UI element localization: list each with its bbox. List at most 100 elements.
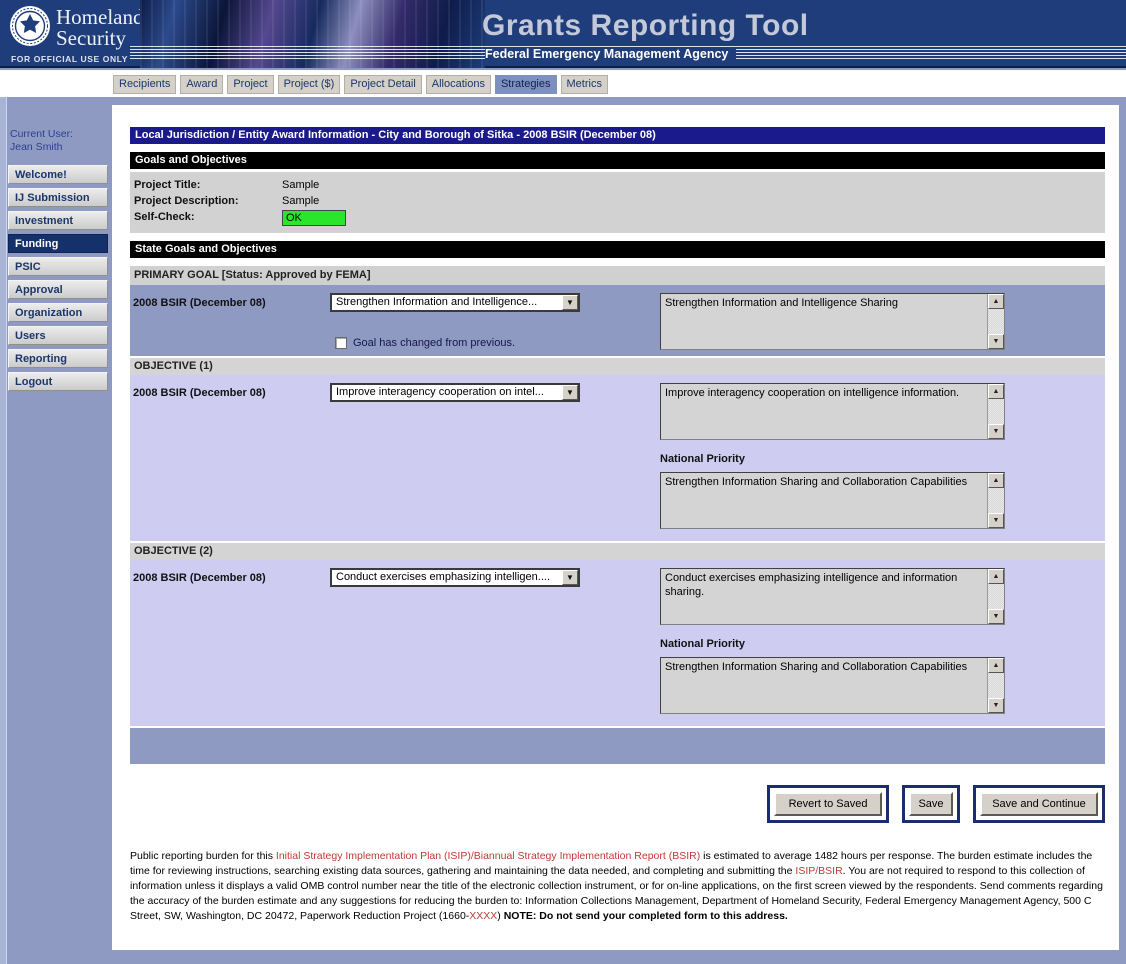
goal-changed-label: Goal has changed from previous.	[353, 337, 515, 349]
primary-goal-period-label: 2008 BSIR (December 08)	[130, 285, 330, 350]
national-priority-textarea[interactable]: Strengthen Information Sharing and Colla…	[660, 657, 1005, 714]
self-check-status-badge: OK	[282, 210, 346, 226]
objective-period-label: 2008 BSIR (December 08)	[130, 375, 330, 529]
project-title-row: Project Title: Sample	[130, 177, 1105, 193]
project-desc-value: Sample	[282, 193, 319, 209]
sidebar: Current User: Jean Smith Welcome!IJ Subm…	[8, 128, 108, 395]
fouo-label: FOR OFFICIAL USE ONLY	[11, 54, 128, 64]
scrollbar[interactable]: ▲ ▼	[987, 569, 1004, 624]
burden-link-text: XXXX	[469, 910, 497, 922]
current-user-name: Jean Smith	[10, 141, 108, 154]
sidebar-item-users[interactable]: Users	[8, 326, 108, 345]
national-priority-text: Strengthen Information Sharing and Colla…	[661, 658, 987, 713]
project-desc-label: Project Description:	[130, 193, 282, 209]
project-desc-row: Project Description: Sample	[130, 193, 1105, 209]
main-content: Local Jurisdiction / Entity Award Inform…	[130, 127, 1105, 924]
scrollbar[interactable]: ▲ ▼	[987, 473, 1004, 528]
scrollbar[interactable]: ▲ ▼	[987, 384, 1004, 439]
goals-section-header: Goals and Objectives	[130, 152, 1105, 169]
sidebar-item-funding[interactable]: Funding	[8, 234, 108, 253]
scroll-up-icon[interactable]: ▲	[988, 658, 1004, 673]
objective-section: 2008 BSIR (December 08) Improve interage…	[130, 375, 1105, 541]
burden-statement: Public reporting burden for this Initial…	[130, 849, 1105, 924]
primary-goal-text: Strengthen Information and Intelligence …	[661, 294, 987, 349]
scrollbar-track[interactable]	[988, 399, 1004, 424]
scrollbar-track[interactable]	[988, 673, 1004, 698]
save-continue-button-frame: Save and Continue	[973, 785, 1105, 823]
app-subtitle: Federal Emergency Management Agency	[485, 47, 736, 61]
app-header: Homeland Security FOR OFFICIAL USE ONLY …	[0, 0, 1126, 68]
scrollbar[interactable]: ▲ ▼	[987, 658, 1004, 713]
sidebar-item-organization[interactable]: Organization	[8, 303, 108, 322]
objectives-list: OBJECTIVE (1) 2008 BSIR (December 08) Im…	[130, 358, 1105, 726]
scrollbar-track[interactable]	[988, 309, 1004, 334]
revert-button-frame: Revert to Saved	[767, 785, 889, 823]
scrollbar[interactable]: ▲ ▼	[987, 294, 1004, 349]
section-end-strip	[130, 728, 1105, 764]
tab-strip: RecipientsAwardProject Project ($)Project…	[0, 70, 1126, 97]
tab-metrics[interactable]: Metrics	[561, 75, 608, 94]
scrollbar-track[interactable]	[988, 584, 1004, 609]
objective-section: 2008 BSIR (December 08) Conduct exercise…	[130, 560, 1105, 726]
primary-goal-textarea[interactable]: Strengthen Information and Intelligence …	[660, 293, 1005, 350]
sidebar-item-welcome[interactable]: Welcome!	[8, 165, 108, 184]
dhs-seal-icon	[9, 5, 51, 47]
burden-link-text: Initial Strategy Implementation Plan (IS…	[276, 850, 700, 862]
save-button[interactable]: Save	[909, 792, 953, 816]
sidebar-item-logout[interactable]: Logout	[8, 372, 108, 391]
project-title-value: Sample	[282, 177, 319, 193]
goal-changed-checkbox[interactable]	[335, 337, 347, 349]
tab-project[interactable]: Project	[227, 75, 273, 94]
burden-link-text: ISIP/BSIR	[795, 865, 842, 877]
primary-goal-dropdown[interactable]: Strengthen Information and Intelligence.…	[330, 293, 580, 312]
scroll-down-icon[interactable]: ▼	[988, 609, 1004, 624]
objective-goal-dropdown[interactable]: Conduct exercises emphasizing intelligen…	[330, 568, 580, 587]
goal-changed-row: Goal has changed from previous.	[335, 337, 660, 349]
tab-strategies[interactable]: Strategies	[495, 75, 557, 94]
objective-textarea[interactable]: Conduct exercises emphasizing intelligen…	[660, 568, 1005, 625]
revert-to-saved-button[interactable]: Revert to Saved	[774, 792, 882, 816]
dropdown-arrow-icon[interactable]: ▼	[562, 570, 578, 585]
sidebar-item-reporting[interactable]: Reporting	[8, 349, 108, 368]
sidebar-item-ij-submission[interactable]: IJ Submission	[8, 188, 108, 207]
project-info-box: Project Title: Sample Project Descriptio…	[130, 172, 1105, 233]
objective-text: Conduct exercises emphasizing intelligen…	[661, 569, 987, 624]
tab-project-detail[interactable]: Project Detail	[344, 75, 421, 94]
dropdown-arrow-icon[interactable]: ▼	[562, 295, 578, 310]
sidebar-item-psic[interactable]: PSIC	[8, 257, 108, 276]
sidebar-menu: Welcome! IJ Submission Investment Funding PS…	[8, 165, 108, 391]
objective-dropdown-value: Conduct exercises emphasizing intelligen…	[332, 570, 562, 585]
logo-text: Homeland Security	[56, 7, 143, 49]
tab-list: RecipientsAwardProject Project ($)Project…	[113, 75, 608, 94]
page-title: Local Jurisdiction / Entity Award Inform…	[130, 127, 1105, 144]
objective-period-label: 2008 BSIR (December 08)	[130, 560, 330, 714]
action-button-row: Revert to Saved Save Save and Continue	[130, 785, 1105, 823]
scroll-up-icon[interactable]: ▲	[988, 294, 1004, 309]
scroll-up-icon[interactable]: ▲	[988, 569, 1004, 584]
burden-text: Public reporting burden for this	[130, 850, 276, 862]
save-and-continue-button[interactable]: Save and Continue	[980, 792, 1098, 816]
objective-dropdown-value: Improve interagency cooperation on intel…	[332, 385, 562, 400]
tab-allocations[interactable]: Allocations	[426, 75, 491, 94]
scroll-up-icon[interactable]: ▲	[988, 473, 1004, 488]
scroll-down-icon[interactable]: ▼	[988, 334, 1004, 349]
sidebar-item-approval[interactable]: Approval	[8, 280, 108, 299]
scrollbar-track[interactable]	[988, 488, 1004, 513]
scroll-down-icon[interactable]: ▼	[988, 424, 1004, 439]
self-check-label: Self-Check:	[130, 209, 282, 226]
scroll-down-icon[interactable]: ▼	[988, 698, 1004, 713]
tab-award[interactable]: Award	[180, 75, 223, 94]
save-button-frame: Save	[902, 785, 960, 823]
scroll-up-icon[interactable]: ▲	[988, 384, 1004, 399]
main-panel: Local Jurisdiction / Entity Award Inform…	[112, 105, 1119, 950]
objective-goal-dropdown[interactable]: Improve interagency cooperation on intel…	[330, 383, 580, 402]
tab-recipients[interactable]: Recipients	[113, 75, 176, 94]
tab-project[interactable]: Project ($)	[278, 75, 341, 94]
objective-textarea[interactable]: Improve interagency cooperation on intel…	[660, 383, 1005, 440]
national-priority-textarea[interactable]: Strengthen Information Sharing and Colla…	[660, 472, 1005, 529]
scroll-down-icon[interactable]: ▼	[988, 513, 1004, 528]
dropdown-arrow-icon[interactable]: ▼	[562, 385, 578, 400]
sidebar-item-investment[interactable]: Investment	[8, 211, 108, 230]
window-left-edge	[0, 97, 7, 964]
burden-text: NOTE: Do not send your completed form to…	[504, 910, 788, 922]
